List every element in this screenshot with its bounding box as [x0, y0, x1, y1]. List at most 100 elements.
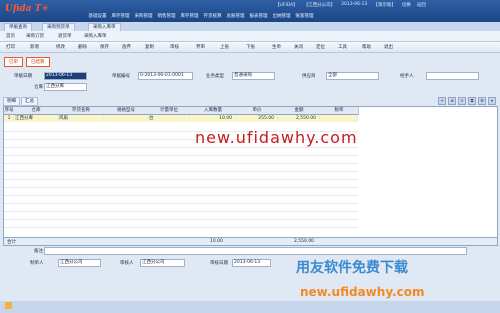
col-qty[interactable]: 入库数量 [190, 107, 237, 115]
return-link[interactable]: 返回 [417, 2, 426, 8]
status-bar [0, 301, 500, 313]
menu-item[interactable]: 采购管理 [132, 13, 155, 19]
type-field[interactable]: 普通采购 [232, 72, 275, 80]
status-badges: 已审 已结算 [4, 57, 50, 67]
audit-date-label: 审核日期 [210, 261, 228, 266]
menu-item[interactable]: 基础设置 [86, 13, 109, 19]
add-row-icon[interactable]: + [438, 97, 446, 105]
maker-label: 制单人 [30, 261, 44, 266]
menu-item[interactable]: 总账管理 [224, 13, 247, 19]
memo-label: 备注 [34, 249, 43, 254]
code-field[interactable]: 0-2013-06-01-0001 [138, 72, 193, 80]
menu-item[interactable]: 库存管理 [109, 13, 132, 19]
new-button[interactable]: 新增 [30, 44, 39, 50]
date-label: 单据日期 [14, 74, 32, 79]
supplier-field[interactable]: 全部 [326, 72, 379, 80]
col-item[interactable]: 存货名称 [58, 107, 105, 115]
cell-qty[interactable]: 10.00 [190, 115, 236, 122]
prev-button[interactable]: 上张 [220, 44, 229, 50]
table-row[interactable]: 1 江西分库 风扇 台 10.00 255.00 2,550.00 [4, 115, 358, 122]
next-button[interactable]: 下张 [246, 44, 255, 50]
watermark-banner: 用友软件免费下载 [296, 260, 408, 276]
app-logo: Ufida T+ [5, 4, 49, 14]
user-info: 【UFIDA】 [275, 3, 298, 8]
col-unit[interactable]: 计量单位 [148, 107, 191, 115]
total-qty: 10.00 [210, 239, 223, 244]
nav-order[interactable]: 采购订货 [26, 33, 44, 39]
login-date: 2013-06-13 [341, 2, 368, 7]
code-label: 单据编号 [112, 74, 130, 79]
toolbar: 打印 新增 修改 删除 保存 放弃 复制 审核 弃审 上张 下张 生单 关闭 定… [0, 42, 500, 53]
cell-amount[interactable]: 2,550.00 [278, 115, 320, 122]
unaudit-button[interactable]: 弃审 [196, 44, 205, 50]
main-menu: 基础设置 库存管理 采购管理 销售管理 库存管理 存货核算 总账管理 报表管理 … [86, 13, 316, 19]
cell-warehouse[interactable]: 江西分库 [14, 115, 58, 122]
nav-inbound[interactable]: 采购入库单 [84, 33, 107, 39]
handler-label: 经手人 [400, 74, 414, 79]
nav-home[interactable]: 首页 [6, 33, 15, 39]
grid-tabs: 明细 汇总 [3, 97, 38, 106]
cell-item[interactable]: 风扇 [58, 115, 104, 122]
tab-inbound[interactable]: 采购入库单 [88, 23, 121, 31]
maker-field: 江西分公司 [58, 259, 101, 267]
account-info: 【演示账】 [373, 3, 396, 8]
supplier-label: 供应商 [302, 74, 316, 79]
col-price[interactable]: 单价 [236, 107, 279, 115]
date-field[interactable]: 2013-06-13 [44, 72, 87, 80]
menu-item[interactable]: 库存管理 [178, 13, 201, 19]
locate-button[interactable]: 定位 [316, 44, 325, 50]
tab-doc-query[interactable]: 单据查询 [4, 23, 32, 31]
filter-icon[interactable]: ▾ [488, 97, 496, 105]
tools-button[interactable]: 工具 [338, 44, 347, 50]
menu-item[interactable]: 销售管理 [155, 13, 178, 19]
total-amount: 2,550.00 [294, 239, 315, 244]
copy-row-icon[interactable]: ⧉ [468, 97, 476, 105]
nav-return[interactable]: 退货单 [58, 33, 72, 39]
insert-row-icon[interactable]: ⊕ [448, 97, 456, 105]
col-spec[interactable]: 规格型号 [104, 107, 149, 115]
empty-row[interactable] [4, 219, 358, 228]
delete-button[interactable]: 删除 [78, 44, 87, 50]
handler-field[interactable] [426, 72, 479, 80]
memo-field[interactable] [44, 247, 467, 255]
grid-tool-icons: + ⊕ × ⧉ ⚙ ▾ [438, 97, 496, 105]
document-footer: 备注 制单人 江西分公司 审核人 江西分公司 审核日期 2013-06-13 [0, 247, 500, 287]
generate-button[interactable]: 生单 [272, 44, 281, 50]
menu-item[interactable]: 存货核算 [201, 13, 224, 19]
tab-arrival[interactable]: 采购到货单 [42, 23, 75, 31]
warehouse-field[interactable]: 江西分库 [44, 83, 87, 91]
total-label: 合计 [7, 240, 16, 245]
help-button[interactable]: 帮助 [362, 44, 371, 50]
save-button[interactable]: 保存 [100, 44, 109, 50]
menu-item[interactable]: 账套管理 [293, 13, 316, 19]
cell-tax[interactable] [320, 115, 358, 122]
page-nav: 首页 采购订货 退货单 采购入库单 [0, 31, 500, 42]
cancel-button[interactable]: 放弃 [122, 44, 131, 50]
tab-detail[interactable]: 明细 [3, 97, 20, 106]
session-info: 【UFIDA】 【江西分公司】 2013-06-13 【演示账】 切换 返回 [275, 2, 426, 8]
tab-summary[interactable]: 汇总 [21, 97, 38, 106]
settings-icon[interactable]: ⚙ [478, 97, 486, 105]
col-amount[interactable]: 金额 [278, 107, 321, 115]
menu-item[interactable]: 出纳管理 [270, 13, 293, 19]
col-tax[interactable]: 税率 [320, 107, 359, 115]
cell-unit[interactable]: 台 [148, 115, 190, 122]
switch-link[interactable]: 切换 [402, 2, 411, 8]
cell-spec[interactable] [104, 115, 148, 122]
cell-no: 1 [4, 115, 14, 122]
exit-button[interactable]: 退出 [384, 44, 393, 50]
settings-icon[interactable] [5, 302, 12, 309]
warehouse-label: 仓库 [34, 85, 43, 90]
cell-price[interactable]: 255.00 [236, 115, 278, 122]
audit-button[interactable]: 审核 [170, 44, 179, 50]
close-button[interactable]: 关闭 [294, 44, 303, 50]
col-warehouse[interactable]: 仓库 [14, 107, 59, 115]
detail-grid: 序号 仓库 存货名称 规格型号 计量单位 入库数量 单价 金额 税率 1 江西分… [3, 106, 498, 238]
settled-badge: 已结算 [26, 57, 50, 67]
copy-button[interactable]: 复制 [145, 44, 154, 50]
delete-row-icon[interactable]: × [458, 97, 466, 105]
menu-item[interactable]: 报表管理 [247, 13, 270, 19]
watermark-url: new.ufidawhy.com [300, 285, 425, 299]
edit-button[interactable]: 修改 [56, 44, 65, 50]
print-button[interactable]: 打印 [6, 44, 15, 50]
